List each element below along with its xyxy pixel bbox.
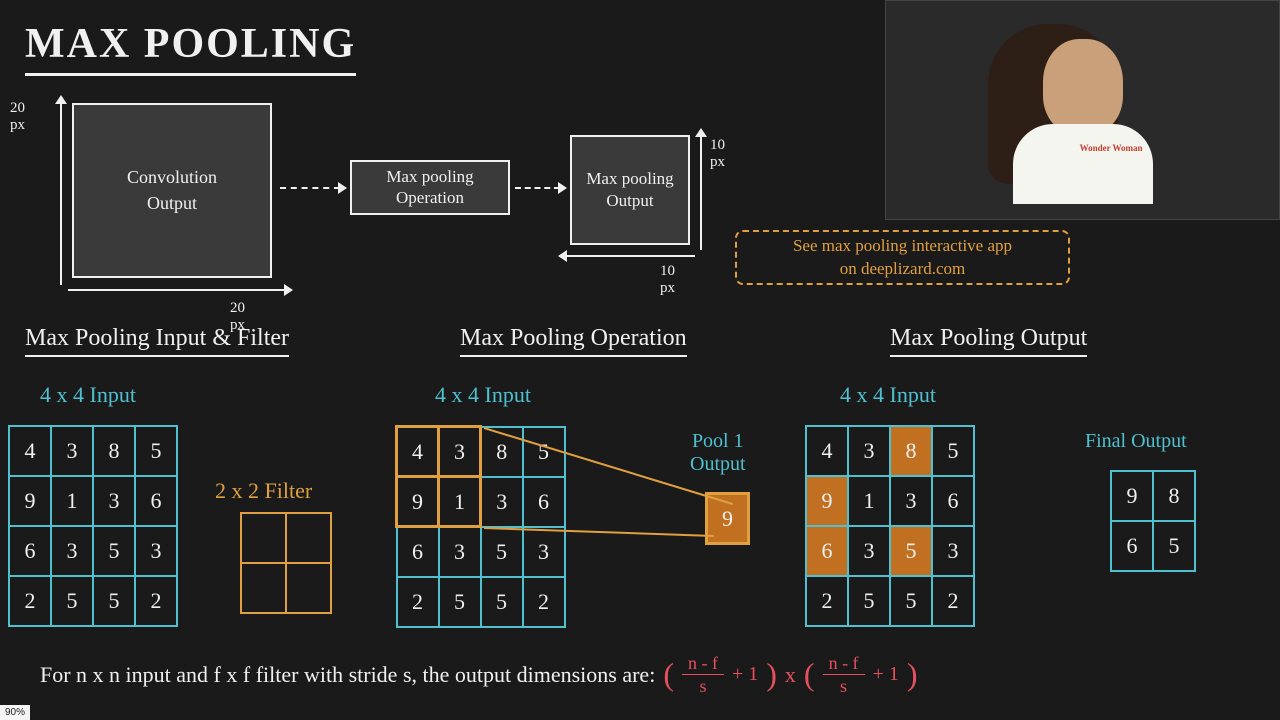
grid-cell: 6 <box>932 476 974 526</box>
grid-cell: 5 <box>1153 521 1195 571</box>
grid-cell: 8 <box>1153 471 1195 521</box>
grid-cell: 2 <box>523 577 565 627</box>
grid-cell: 5 <box>51 576 93 626</box>
grid-cell: 2 <box>397 577 439 627</box>
grid-cell: 4 <box>9 426 51 476</box>
label-filter-2x2: 2 x 2 Filter <box>215 478 312 504</box>
grid-cell: 9 <box>397 477 439 527</box>
grid-cell: 3 <box>51 426 93 476</box>
grid-cell: 3 <box>439 427 481 477</box>
pool-result-grid: 9 <box>705 492 750 545</box>
shirt-text: Wonder Woman <box>1080 144 1143 153</box>
grid-cell: 1 <box>51 476 93 526</box>
grid-cell: 3 <box>481 477 523 527</box>
grid-cell: 5 <box>890 526 932 576</box>
label-pool1-output: Pool 1 Output <box>690 430 746 476</box>
grid-cell: 5 <box>93 526 135 576</box>
grid-cell: 5 <box>439 577 481 627</box>
label-input-4x4-1: 4 x 4 Input <box>40 382 136 408</box>
grid-cell: 9 <box>9 476 51 526</box>
grid-cell: 9 <box>806 476 848 526</box>
grid-cell: 1 <box>848 476 890 526</box>
grid-cell: 5 <box>848 576 890 626</box>
section-input-filter: Max Pooling Input & Filter <box>25 325 289 357</box>
grid-cell: 6 <box>523 477 565 527</box>
grid-cell: 2 <box>135 576 177 626</box>
grid-cell: 6 <box>9 526 51 576</box>
grid-cell: 3 <box>848 526 890 576</box>
grid-cell: 3 <box>93 476 135 526</box>
dim-20px-v: 20 px <box>10 100 25 134</box>
convolution-output-box: Convolution Output <box>72 103 272 278</box>
label-input-4x4-2: 4 x 4 Input <box>435 382 531 408</box>
grid-cell: 8 <box>890 426 932 476</box>
grid-cell: 8 <box>93 426 135 476</box>
max-pooling-operation-box: Max pooling Operation <box>350 160 510 215</box>
grid-cell: 2 <box>9 576 51 626</box>
formula-text: For n x n input and f x f filter with st… <box>40 662 655 688</box>
grid-cell: 4 <box>806 426 848 476</box>
grid-cell: 9 <box>1111 471 1153 521</box>
section-operation: Max Pooling Operation <box>460 325 687 357</box>
grid-cell: 5 <box>481 527 523 577</box>
grid-cell: 3 <box>848 426 890 476</box>
grid-cell: 5 <box>93 576 135 626</box>
final-output-grid: 9865 <box>1110 470 1196 572</box>
dim-10px-h: 10 px <box>660 263 675 297</box>
label-input-4x4-3: 4 x 4 Input <box>840 382 936 408</box>
grid-cell: 3 <box>135 526 177 576</box>
grid-cell: 4 <box>397 427 439 477</box>
grid-cell: 6 <box>135 476 177 526</box>
max-pooling-output-box: Max pooling Output <box>570 135 690 245</box>
section-output: Max Pooling Output <box>890 325 1087 357</box>
filter-grid <box>240 512 332 614</box>
webcam-overlay: Wonder Woman <box>885 0 1280 220</box>
grid-cell: 3 <box>523 527 565 577</box>
grid-cell: 5 <box>890 576 932 626</box>
label-final-output: Final Output <box>1085 430 1187 453</box>
formula: For n x n input and f x f filter with st… <box>40 654 918 695</box>
grid-cell: 1 <box>439 477 481 527</box>
zoom-indicator: 90% <box>0 705 30 720</box>
grid-cell: 3 <box>51 526 93 576</box>
grid-cell: 3 <box>439 527 481 577</box>
input-grid-1: 4385913663532552 <box>8 425 178 627</box>
input-grid-3: 4385913663532552 <box>805 425 975 627</box>
input-grid-2: 4385913663532552 <box>395 425 566 628</box>
grid-cell: 5 <box>932 426 974 476</box>
grid-cell: 3 <box>890 476 932 526</box>
grid-cell: 2 <box>932 576 974 626</box>
page-title: MAX POOLING <box>25 20 356 76</box>
grid-cell: 5 <box>481 577 523 627</box>
grid-cell: 5 <box>135 426 177 476</box>
interactive-note: See max pooling interactive app on deepl… <box>735 230 1070 285</box>
grid-cell: 6 <box>806 526 848 576</box>
grid-cell: 3 <box>932 526 974 576</box>
grid-cell: 6 <box>397 527 439 577</box>
dim-10px-v: 10 px <box>710 137 725 171</box>
grid-cell: 6 <box>1111 521 1153 571</box>
grid-cell: 2 <box>806 576 848 626</box>
